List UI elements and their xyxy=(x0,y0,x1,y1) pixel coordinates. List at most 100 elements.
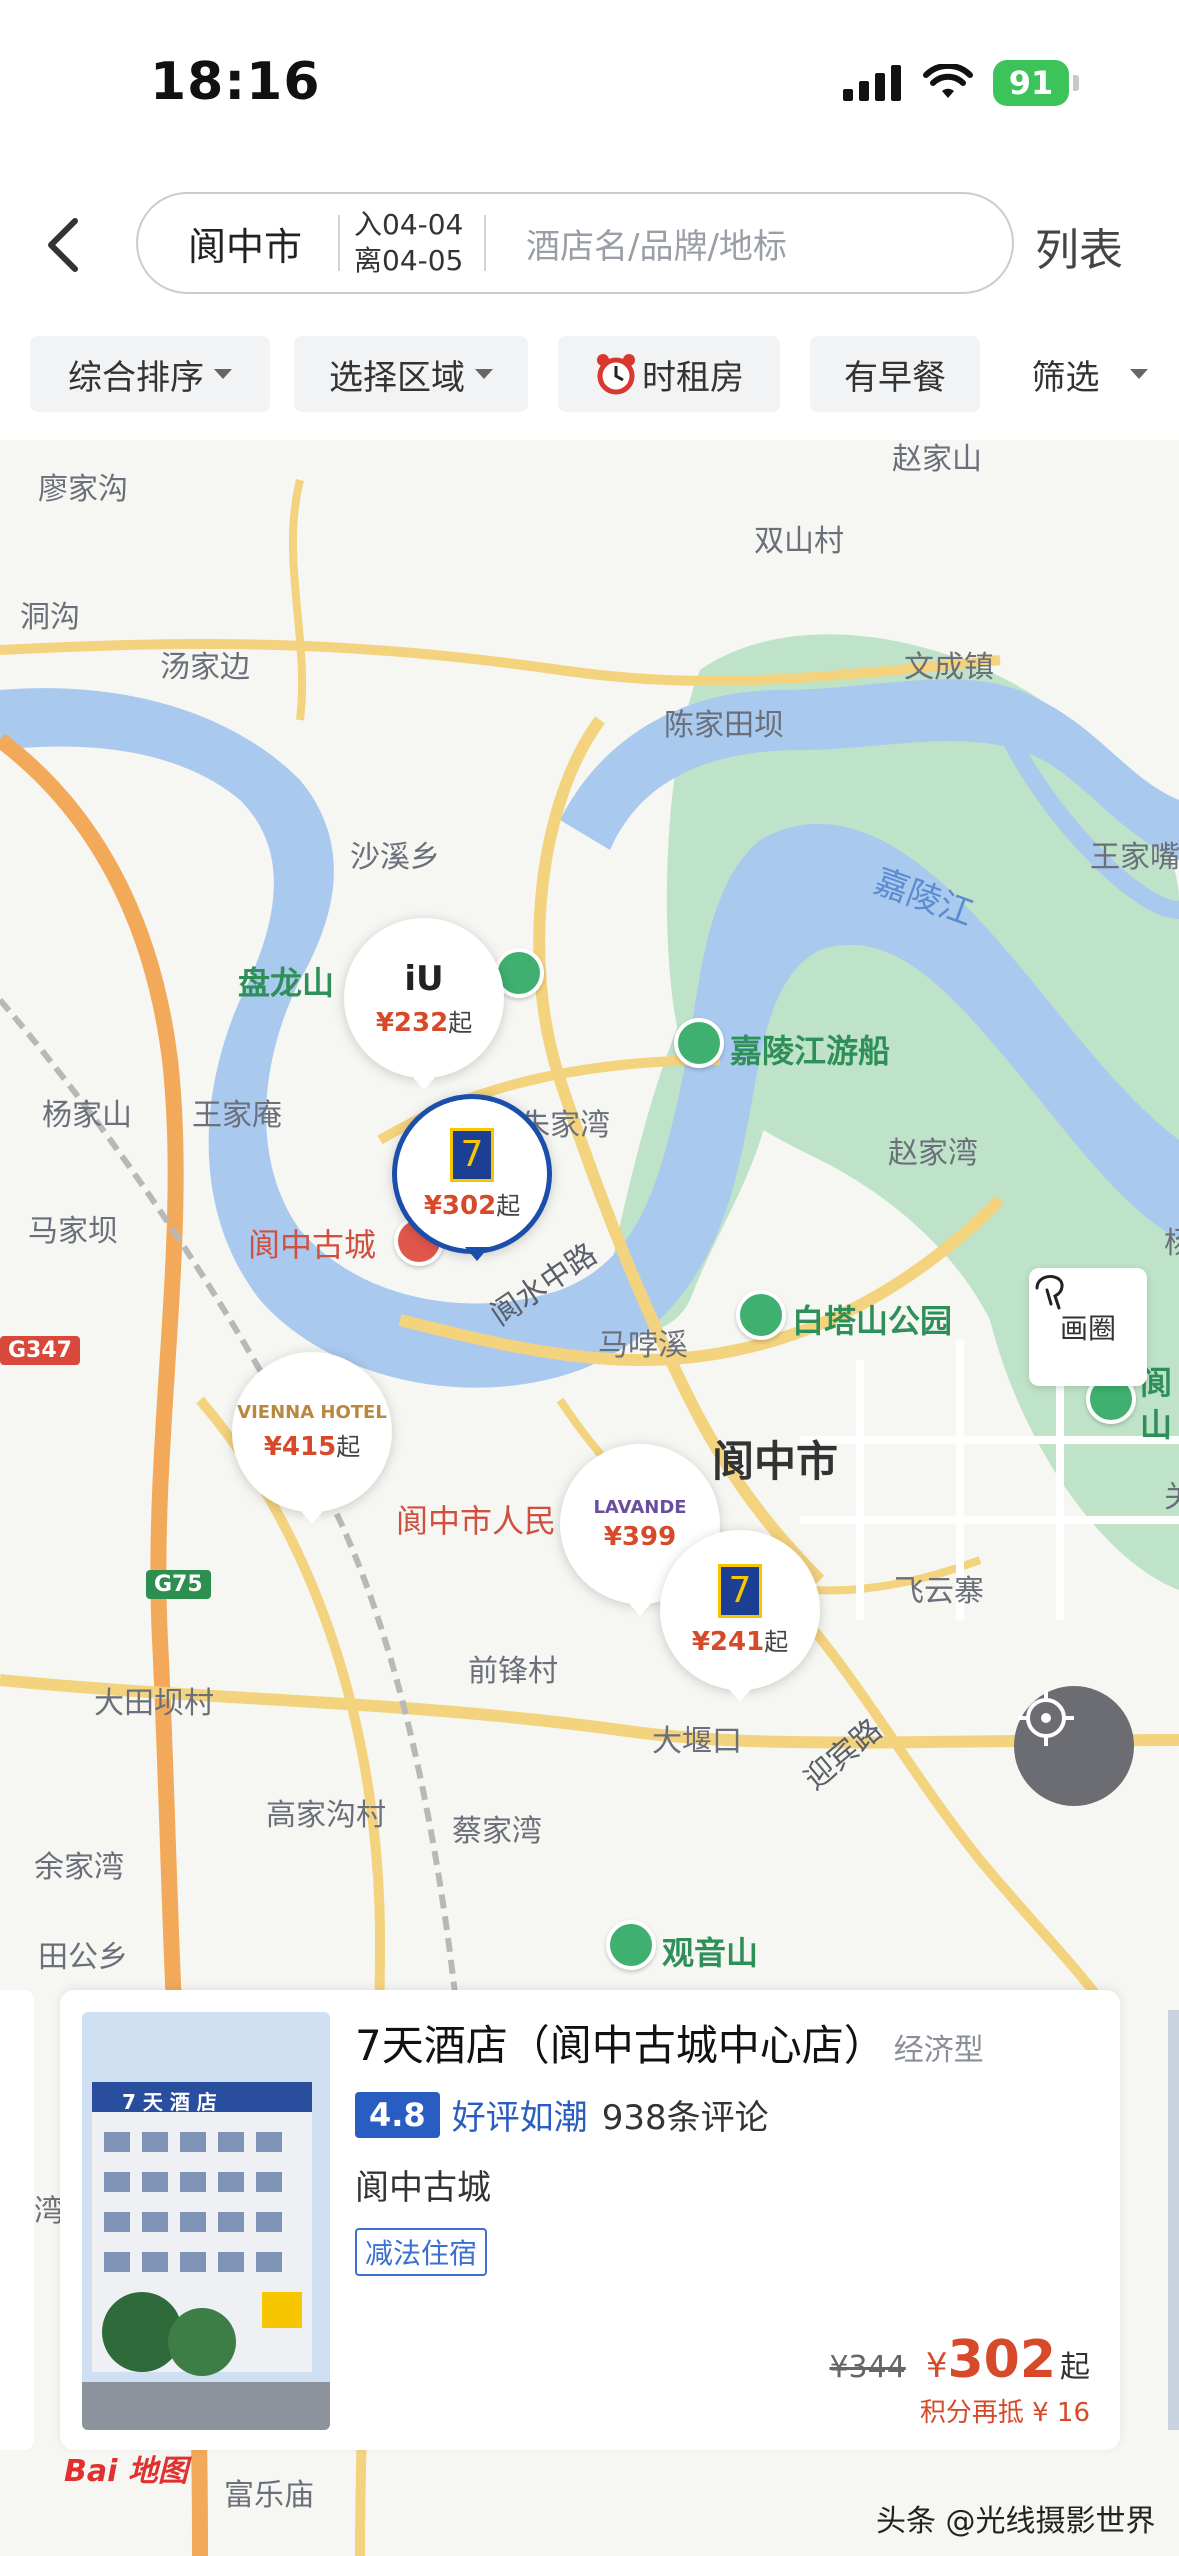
pin-price-value: 399 xyxy=(621,1521,677,1552)
hotel-card[interactable]: 7 天 酒 店 7天酒店（阆中古城中心店） 经济型 4.8 好评如潮 938条评论… xyxy=(60,1990,1120,2450)
pin-price: ¥415起 xyxy=(264,1427,360,1462)
yen-sign: ¥ xyxy=(423,1190,442,1221)
sort-filter-label: 综合排序 xyxy=(68,357,204,398)
hotel-pin[interactable]: iU ¥232起 xyxy=(344,918,504,1090)
rating-text: 好评如潮 xyxy=(451,2098,588,2138)
wifi-icon xyxy=(923,64,973,98)
map-label: 文成镇 xyxy=(904,650,994,685)
pin-price: ¥241起 xyxy=(692,1622,788,1657)
poi-marker[interactable] xyxy=(674,1018,724,1068)
hotel-tag: 减法住宿 xyxy=(355,2228,488,2276)
yen-sign: ¥ xyxy=(925,2346,948,2386)
map-label-city: 阆中市 xyxy=(712,1437,839,1486)
map-label: 前锋村 xyxy=(468,1654,558,1689)
hotel-photo: 7 天 酒 店 xyxy=(82,2012,330,2430)
pin-price: ¥302起 xyxy=(424,1186,520,1221)
pin-price-suffix: 起 xyxy=(764,1627,789,1656)
poi-marker[interactable] xyxy=(736,1290,786,1340)
hotel-area: 阆中古城 xyxy=(355,2168,491,2208)
brand-logo: iU xyxy=(404,958,444,999)
keyword-input[interactable]: 酒店名/品牌/地标 xyxy=(526,219,787,268)
hotel-pin[interactable]: VIENNA HOTEL ¥415起 xyxy=(232,1352,392,1524)
pin-price-suffix: 起 xyxy=(496,1191,521,1220)
map-label: 嘉陵江游船 xyxy=(730,1032,891,1070)
date-selector[interactable]: 入04-04 离04-05 xyxy=(354,207,484,279)
draw-circle-button[interactable]: 画圈 xyxy=(1029,1268,1147,1386)
pin-price: ¥399 xyxy=(604,1522,676,1552)
prev-hotel-card[interactable] xyxy=(0,1990,34,2450)
hand-draw-icon xyxy=(1035,1274,1064,1310)
review-count: 938条评论 xyxy=(601,2098,769,2138)
original-price: ¥344 xyxy=(829,2350,906,2385)
hotel-rating: 4.8 好评如潮 938条评论 xyxy=(355,2090,769,2139)
price-suffix: 起 xyxy=(1060,2350,1090,2385)
checkout-date: 离04-05 xyxy=(354,244,464,277)
brand-logo-7days: 7 xyxy=(450,1127,494,1182)
map-label: 杨 xyxy=(1164,1218,1179,1262)
search-box[interactable]: 阆中市 入04-04 离04-05 酒店名/品牌/地标 xyxy=(136,192,1014,294)
map-label: 沙溪乡 xyxy=(350,840,440,875)
map-label: 富乐庙 xyxy=(224,2478,314,2513)
yen-sign: ¥ xyxy=(603,1521,622,1552)
map-label: 余家湾 xyxy=(34,1850,124,1885)
hotel-name: 7天酒店（阆中古城中心店） 经济型 xyxy=(355,2012,984,2073)
hotel-pin[interactable]: 7 ¥241起 xyxy=(660,1530,820,1702)
back-button[interactable] xyxy=(28,205,98,285)
hotel-price: ¥344 ¥ 302 起 xyxy=(829,2330,1090,2390)
status-icons: 91 xyxy=(843,60,1079,106)
locate-button[interactable] xyxy=(1014,1686,1134,1806)
city-selector[interactable]: 阆中市 xyxy=(188,216,338,271)
map-label: 廖家沟 xyxy=(38,472,128,507)
yen-sign: ¥ xyxy=(375,1007,394,1038)
road-shield-g75: G75 xyxy=(146,1570,211,1599)
hotel-building-image xyxy=(82,2012,330,2430)
caret-down-icon xyxy=(1129,369,1148,379)
points-discount: 积分再抵 ¥ 16 xyxy=(919,2398,1090,2428)
sort-filter[interactable]: 综合排序 xyxy=(30,336,270,412)
draw-circle-label: 画圈 xyxy=(1059,1312,1116,1345)
map-label: 马家坝 xyxy=(28,1214,118,1249)
battery-indicator: 91 xyxy=(993,60,1069,106)
pin-price-suffix: 起 xyxy=(448,1008,473,1037)
breakfast-filter[interactable]: 有早餐 xyxy=(810,336,980,412)
pin-price-value: 302 xyxy=(441,1190,497,1221)
yen-sign: ¥ xyxy=(263,1432,282,1462)
brand-logo-7days: 7 xyxy=(718,1563,762,1618)
baidu-map-logo: Bai 地图 xyxy=(64,2454,188,2489)
hotel-sign-text: 7 天 酒 店 xyxy=(122,2090,217,2114)
map-label: 高家沟村 xyxy=(266,1798,386,1833)
brand-logo-vienna: VIENNA HOTEL xyxy=(237,1402,387,1423)
list-view-button[interactable]: 列表 xyxy=(1035,214,1123,278)
hotel-name-text: 7天酒店（阆中古城中心店） xyxy=(355,2021,886,2070)
crosshair-icon xyxy=(1018,1690,1074,1746)
hourly-room-filter[interactable]: 时租房 xyxy=(558,336,780,412)
road-shield-g347: G347 xyxy=(0,1336,80,1365)
map-label: 大田坝村 xyxy=(94,1686,214,1721)
filter-bar: 综合排序 选择区域 时租房 有早餐 筛选 xyxy=(0,336,1179,412)
divider xyxy=(484,215,486,271)
map-label: 阆中古城 xyxy=(248,1226,377,1264)
map-label: 阆中市人民 xyxy=(396,1502,557,1540)
pin-price-suffix: 起 xyxy=(336,1433,361,1461)
more-filter[interactable]: 筛选 xyxy=(1000,336,1179,412)
area-filter[interactable]: 选择区域 xyxy=(294,336,528,412)
pin-price: ¥232起 xyxy=(376,1003,472,1038)
hotel-pin-selected[interactable]: 7 ¥302起 xyxy=(392,1094,552,1261)
map-label: 洞沟 xyxy=(20,600,80,635)
yen-sign: ¥ xyxy=(691,1626,710,1657)
brand-logo-lavande: LAVANDE xyxy=(593,1496,687,1518)
map-label: 白塔山公园 xyxy=(792,1302,953,1340)
next-hotel-card[interactable] xyxy=(1168,2010,1179,2430)
divider xyxy=(338,215,340,271)
caret-down-icon xyxy=(475,369,493,379)
more-filter-label: 筛选 xyxy=(1031,357,1100,398)
map-label: 赵家湾 xyxy=(888,1136,978,1171)
poi-marker[interactable] xyxy=(606,1920,656,1970)
alarm-clock-icon xyxy=(597,354,635,395)
map-label: 大堰口 xyxy=(652,1724,742,1759)
hourly-room-label: 时租房 xyxy=(642,357,744,398)
rating-score: 4.8 xyxy=(355,2091,440,2138)
caret-down-icon xyxy=(214,369,232,379)
map-label: 双山村 xyxy=(754,524,844,559)
pin-price-value: 232 xyxy=(393,1007,449,1038)
